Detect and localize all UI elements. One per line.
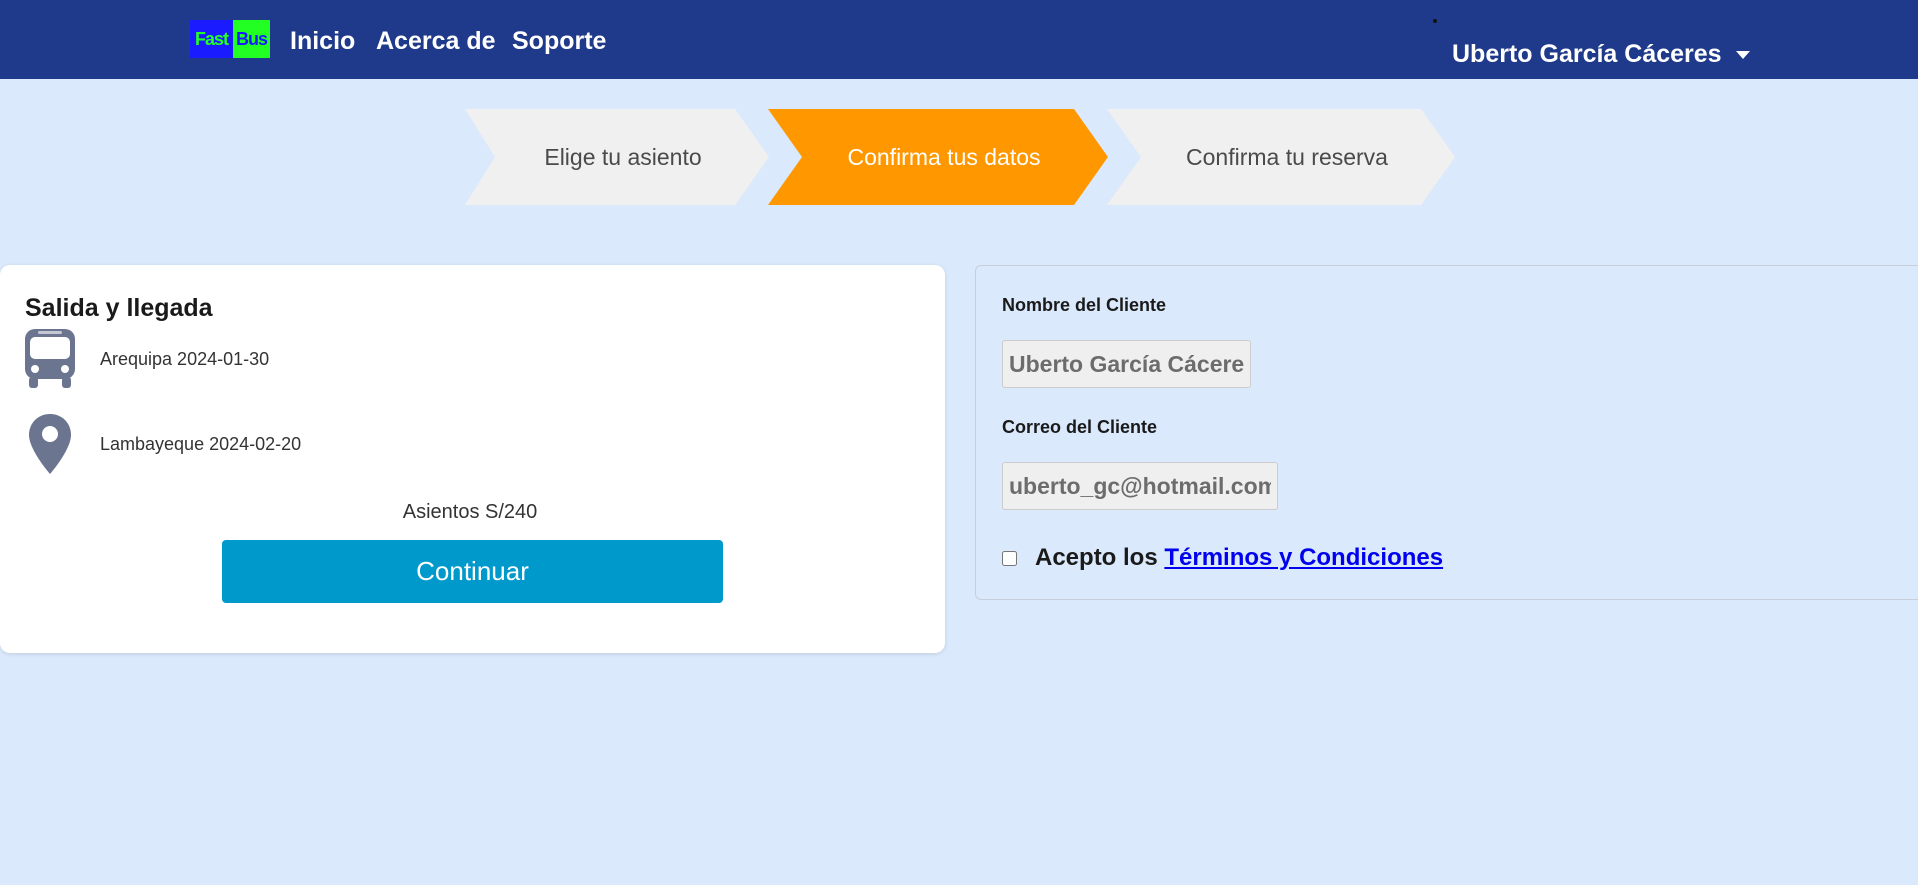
nav-link-soporte[interactable]: Soporte <box>512 22 606 60</box>
terms-checkbox[interactable] <box>1002 551 1017 566</box>
map-pin-icon <box>29 414 71 474</box>
card-title: Salida y llegada <box>25 294 213 322</box>
user-menu-dropdown[interactable]: Uberto García Cáceres <box>1452 36 1750 72</box>
step-choose-seat[interactable]: Elige tu asiento <box>465 109 769 205</box>
terms-link[interactable]: Términos y Condiciones <box>1164 544 1443 571</box>
fastbus-logo[interactable]: Fast Bus <box>190 20 270 58</box>
continue-button[interactable]: Continuar <box>222 540 723 603</box>
trip-summary-card: Salida y llegada Arequipa 2024-01-30 Lam… <box>0 265 945 653</box>
step-confirm-booking[interactable]: Confirma tu reserva <box>1107 109 1455 205</box>
client-name-field[interactable] <box>1002 340 1251 388</box>
user-name: Uberto García Cáceres <box>1452 40 1722 68</box>
client-name-label: Nombre del Cliente <box>1002 295 1167 315</box>
step-confirm-data[interactable]: Confirma tus datos <box>768 109 1108 205</box>
client-data-panel: Nombre del Cliente Correo del Cliente Ac… <box>975 265 1918 600</box>
step-label: Confirma tu reserva <box>1186 143 1388 170</box>
logo-bus-text: Bus <box>233 20 270 58</box>
nav-link-inicio[interactable]: Inicio <box>290 22 355 60</box>
chevron-down-icon <box>1735 51 1750 59</box>
terms-label: Acepto los Términos y Condiciones <box>1035 544 1443 572</box>
bus-icon <box>25 329 75 388</box>
arrival-text: Lambayeque 2024-02-20 <box>100 434 302 454</box>
client-email-field[interactable] <box>1002 462 1278 510</box>
step-label: Confirma tus datos <box>847 143 1041 170</box>
step-label: Elige tu asiento <box>544 143 702 170</box>
departure-text: Arequipa 2024-01-30 <box>100 349 270 369</box>
nav-link-acerca-de[interactable]: Acerca de <box>376 22 496 60</box>
client-email-label: Correo del Cliente <box>1002 417 1158 437</box>
seats-summary: Asientos S/240 <box>402 501 538 523</box>
top-navbar: Fast Bus Inicio Acerca de Soporte Uberto… <box>0 0 1918 79</box>
terms-prefix: Acepto los <box>1035 544 1158 571</box>
nav-dot <box>1433 19 1437 23</box>
logo-fast-text: Fast <box>190 20 233 58</box>
